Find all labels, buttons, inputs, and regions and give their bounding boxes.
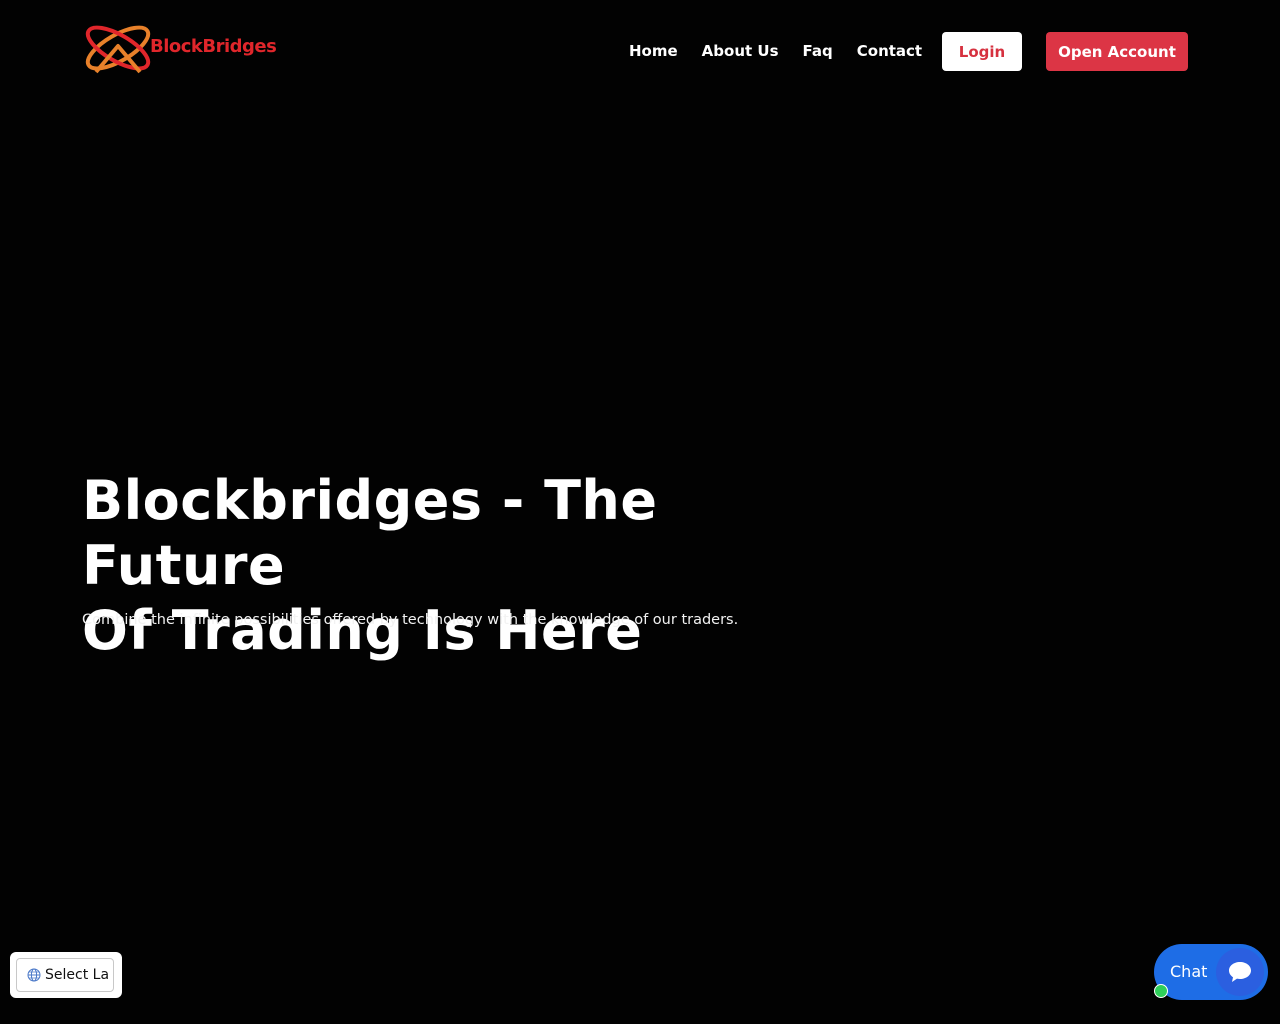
open-account-button[interactable]: Open Account: [1046, 32, 1188, 71]
language-select[interactable]: Select La: [16, 958, 114, 992]
chat-widget-button[interactable]: Chat: [1154, 944, 1268, 1000]
chat-label: Chat: [1170, 962, 1208, 981]
online-status-indicator: [1154, 984, 1168, 998]
hero-title: Blockbridges - The Future Of Trading Is …: [82, 468, 862, 663]
hero-title-line-2: Of Trading Is Here: [82, 599, 643, 662]
hero-title-line-1: Blockbridges - The Future: [82, 469, 658, 597]
logo-text: BlockBridges: [150, 36, 277, 57]
nav-home[interactable]: Home: [629, 40, 678, 62]
brand-logo[interactable]: BlockBridges: [80, 12, 290, 80]
chat-bubble-icon: [1216, 948, 1264, 996]
logo-mark-icon: [85, 25, 151, 74]
nav-faq[interactable]: Faq: [803, 40, 833, 62]
nav-about-us[interactable]: About Us: [702, 40, 779, 62]
landing-page: BlockBridges Home About Us Faq Contact L…: [0, 0, 1280, 1024]
globe-icon: [27, 968, 41, 982]
nav-contact[interactable]: Contact: [857, 40, 922, 62]
main-nav: Home About Us Faq Contact: [629, 40, 922, 62]
language-selector-widget: Select La: [10, 952, 122, 998]
login-button[interactable]: Login: [942, 32, 1022, 71]
hero-subtitle: Combine the infinite possibilities offer…: [82, 612, 739, 628]
language-select-label: Select La: [45, 967, 110, 983]
